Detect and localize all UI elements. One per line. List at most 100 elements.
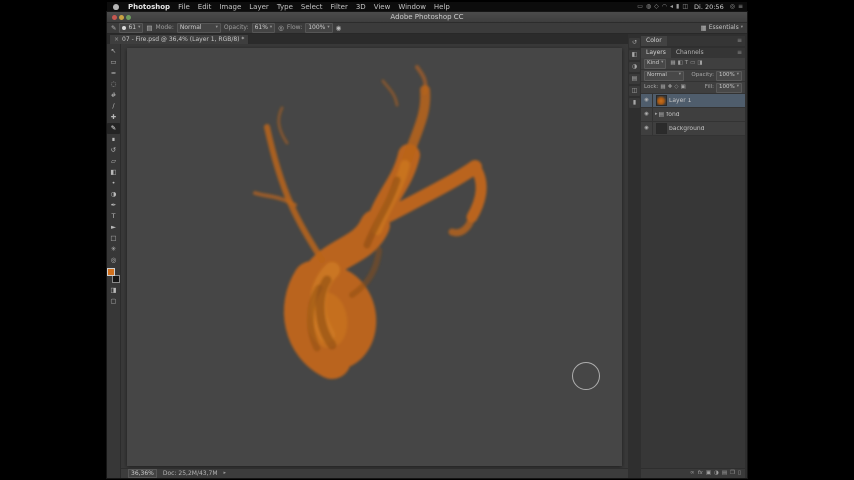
add-layer-mask-icon[interactable]: ▣ — [706, 470, 711, 477]
menu-edit[interactable]: Edit — [194, 3, 216, 11]
tab-channels[interactable]: Channels — [671, 48, 709, 58]
styles-panel-icon[interactable]: ▤ — [629, 74, 640, 84]
brush-panel-toggle-icon[interactable]: ▤ — [146, 25, 152, 32]
filter-kind-dropdown[interactable]: Kind ▾ — [644, 58, 667, 69]
menu-file[interactable]: File — [174, 3, 194, 11]
status-flyout-arrow-icon[interactable]: ▸ — [224, 471, 227, 476]
layer-row-background[interactable]: ◉ background — [641, 122, 745, 136]
eyedropper-tool[interactable]: ∕ — [107, 101, 120, 112]
panel-menu-icon[interactable]: ≡ — [737, 50, 745, 56]
properties-panel-icon[interactable]: ◧ — [629, 50, 640, 60]
layer-row-layer-1[interactable]: ◉ Layer 1 — [641, 94, 745, 108]
hand-tool[interactable]: ✳ — [107, 244, 120, 255]
zoom-level-input[interactable]: 36,36% — [128, 469, 157, 478]
brush-preset-picker[interactable]: 61 ▾ — [119, 23, 144, 33]
layer-thumbnail[interactable] — [656, 95, 667, 106]
pen-pressure-opacity-icon[interactable]: ◎ — [278, 25, 284, 32]
menu-help[interactable]: Help — [430, 3, 454, 11]
eraser-tool[interactable]: ▱ — [107, 156, 120, 167]
pen-tool[interactable]: ✒ — [107, 200, 120, 211]
filter-adjustment-layers-icon[interactable]: ◧ — [678, 60, 683, 67]
quick-mask-button[interactable]: ◨ — [107, 285, 120, 296]
layer-visibility-icon[interactable]: ◉ — [641, 94, 653, 107]
lasso-tool[interactable]: ≈ — [107, 68, 120, 79]
dodge-tool[interactable]: ◑ — [107, 189, 120, 200]
layer-visibility-icon[interactable]: ◉ — [641, 108, 653, 121]
menu-window[interactable]: Window — [394, 3, 430, 11]
info-panel-icon[interactable]: ◫ — [629, 86, 640, 96]
link-layers-icon[interactable]: ∞ — [690, 470, 695, 477]
canvas-area[interactable] — [121, 44, 628, 468]
type-tool[interactable]: T — [107, 211, 120, 222]
menu-type[interactable]: Type — [273, 3, 297, 11]
bluetooth-menu-icon[interactable]: ◇ — [654, 4, 659, 10]
menu-select[interactable]: Select — [297, 3, 327, 11]
document-canvas[interactable] — [127, 48, 622, 466]
foreground-color-swatch[interactable] — [107, 268, 115, 276]
flow-dropdown[interactable]: 100% ▾ — [305, 23, 333, 33]
clone-stamp-tool[interactable]: ∎ — [107, 134, 120, 145]
lock-all-icon[interactable]: ▣ — [680, 84, 685, 91]
display-menu-icon[interactable]: ▭ — [637, 4, 643, 10]
disclosure-icon[interactable]: ▸ — [655, 112, 658, 117]
layer-blend-mode-dropdown[interactable]: Normal ▾ — [644, 70, 684, 81]
lock-pixels-icon[interactable]: ✚ — [668, 84, 673, 91]
zoom-tool[interactable]: ◎ — [107, 255, 120, 266]
menu-layer[interactable]: Layer — [245, 3, 273, 11]
layer-thumbnail[interactable] — [656, 123, 667, 134]
menu-filter[interactable]: Filter — [327, 3, 352, 11]
fill-dropdown[interactable]: 100% ▾ — [716, 82, 742, 93]
airbrush-icon[interactable]: ◉ — [336, 25, 342, 32]
menu-clock[interactable]: Di. 20:56 — [694, 4, 724, 11]
close-tab-icon[interactable]: × — [114, 36, 119, 43]
menu-photoshop[interactable]: Photoshop — [124, 3, 174, 11]
move-tool[interactable]: ↖ — [107, 46, 120, 57]
document-tab[interactable]: × 07 - Fire.psd @ 36,4% (Layer 1, RGB/8)… — [109, 34, 250, 44]
blur-tool[interactable]: • — [107, 178, 120, 189]
adjustments-panel-icon[interactable]: ◑ — [629, 62, 640, 72]
apple-menu-icon[interactable] — [113, 4, 119, 10]
menu-image[interactable]: Image — [215, 3, 245, 11]
sync-menu-icon[interactable]: ◍ — [646, 4, 651, 10]
menu-view[interactable]: View — [370, 3, 395, 11]
new-layer-icon[interactable]: ❐ — [730, 470, 735, 477]
workspace-switcher[interactable]: ▦ Essentials ▾ — [701, 25, 743, 32]
new-adjustment-layer-icon[interactable]: ◑ — [714, 470, 719, 477]
panel-menu-icon[interactable]: ≡ — [737, 38, 745, 44]
volume-menu-icon[interactable]: ◂ — [670, 4, 673, 10]
tab-layers[interactable]: Layers — [641, 48, 671, 58]
rectangle-tool[interactable]: □ — [107, 233, 120, 244]
wifi-menu-icon[interactable]: ◠ — [662, 4, 667, 10]
filter-smart-objects-icon[interactable]: ◨ — [697, 60, 702, 67]
menu-3d[interactable]: 3D — [352, 3, 370, 11]
notification-center-icon[interactable]: ≡ — [738, 4, 743, 10]
brush-tool[interactable]: ✎ — [107, 123, 120, 134]
filter-type-layers-icon[interactable]: T — [685, 60, 688, 67]
gradient-tool[interactable]: ◧ — [107, 167, 120, 178]
lock-position-icon[interactable]: ◇ — [674, 84, 678, 91]
crop-tool[interactable]: # — [107, 90, 120, 101]
opacity-dropdown[interactable]: 61% ▾ — [251, 23, 276, 33]
new-group-icon[interactable]: ▤ — [722, 470, 727, 477]
filter-shape-layers-icon[interactable]: ▭ — [690, 60, 695, 67]
spot-healing-brush-tool[interactable]: ✚ — [107, 112, 120, 123]
blend-mode-dropdown[interactable]: Normal ▾ — [176, 23, 221, 33]
history-brush-tool[interactable]: ↺ — [107, 145, 120, 156]
screen-mode-button[interactable]: ▢ — [107, 296, 120, 307]
delete-layer-icon[interactable]: ▯ — [738, 470, 741, 477]
layer-opacity-dropdown[interactable]: 100% ▾ — [716, 70, 742, 81]
background-color-swatch[interactable] — [112, 275, 120, 283]
layer-visibility-icon[interactable]: ◉ — [641, 122, 653, 135]
path-selection-tool[interactable]: ► — [107, 222, 120, 233]
history-panel-icon[interactable]: ↺ — [629, 38, 640, 48]
spotlight-icon[interactable]: ◎ — [730, 4, 735, 10]
tab-color[interactable]: Color — [641, 36, 667, 46]
layer-row-fond[interactable]: ◉ ▸ ▤ fond — [641, 108, 745, 122]
battery-menu-icon[interactable]: ▮ — [676, 4, 679, 10]
layer-style-icon[interactable]: fx — [698, 470, 703, 477]
lock-transparency-icon[interactable]: ▦ — [660, 84, 665, 91]
quick-selection-tool[interactable]: ◌ — [107, 79, 120, 90]
filter-pixel-layers-icon[interactable]: ▦ — [670, 60, 675, 67]
actions-panel-icon[interactable]: ▮ — [629, 98, 640, 108]
input-menu-icon[interactable]: ◫ — [682, 4, 688, 10]
